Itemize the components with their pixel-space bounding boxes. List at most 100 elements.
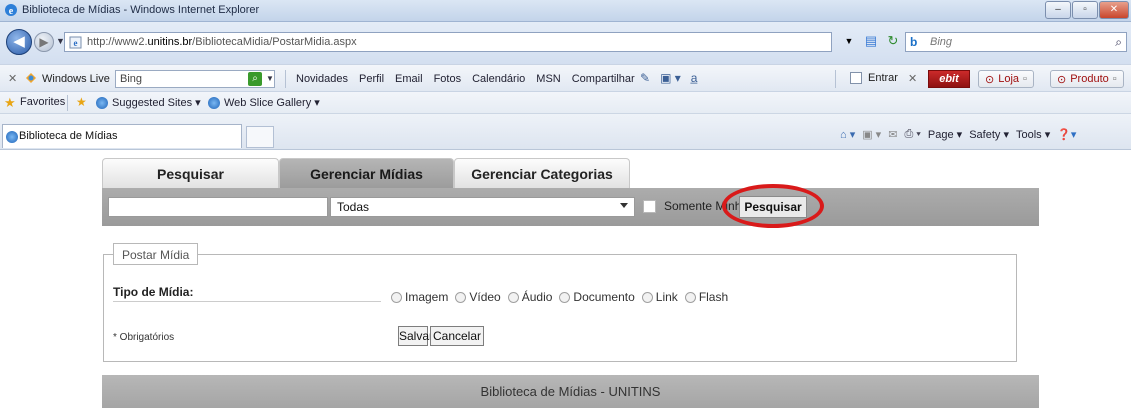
- web-slice-gallery[interactable]: Web Slice Gallery ▾: [208, 96, 320, 109]
- page-menu[interactable]: Page ▾: [928, 128, 962, 141]
- post-media-legend: Postar Mídia: [113, 243, 199, 265]
- radio-video[interactable]: Vídeo: [455, 290, 501, 304]
- close-toolbar-icon[interactable]: ✕: [8, 72, 17, 85]
- search-box[interactable]: b Bing ⌕: [905, 32, 1127, 52]
- loja-label: Loja: [998, 73, 1020, 85]
- media-type-label: Tipo de Mídia:: [113, 285, 194, 299]
- search-dropdown-icon[interactable]: ▼: [266, 74, 274, 83]
- live-link-compartilhar[interactable]: Compartilhar: [572, 73, 635, 85]
- address-bar[interactable]: e http://www2.unitins.br/BibliotecaMidia…: [64, 32, 832, 52]
- highlight-circle: [722, 184, 824, 228]
- produto-dropdown-icon: ▫: [1112, 73, 1117, 85]
- live-link-calendario[interactable]: Calendário: [472, 73, 525, 85]
- help-icon[interactable]: ❓▾: [1057, 128, 1076, 141]
- dropdown-arrow-icon[interactable]: ▼: [840, 32, 858, 50]
- window-title: Biblioteca de Mídias - Windows Internet …: [22, 4, 260, 16]
- favorites-star-icon[interactable]: ★: [4, 95, 16, 111]
- radio-circle-icon[interactable]: [559, 291, 571, 303]
- favorites-label[interactable]: Favorites: [20, 96, 65, 108]
- tab-gerenciar-categorias[interactable]: Gerenciar Categorias: [454, 158, 630, 188]
- window-titlebar: e Biblioteca de Mídias - Windows Interne…: [0, 0, 1131, 22]
- safety-menu[interactable]: Safety ▾: [969, 128, 1009, 141]
- media-type-options: Imagem Vídeo Áudio Documento Link Flash: [391, 290, 731, 304]
- suggested-sites-label: Suggested Sites ▾: [112, 97, 201, 109]
- radio-flash[interactable]: Flash: [684, 290, 729, 304]
- address-row: ◀ ▶ ▼ e http://www2.unitins.br/Bibliotec…: [0, 22, 1131, 64]
- windows-live-icon: [26, 73, 36, 83]
- category-select-value: Todas: [337, 200, 370, 214]
- add-favorite-icon[interactable]: ★: [76, 95, 87, 109]
- save-button[interactable]: Salvar: [398, 326, 433, 346]
- browser-tab[interactable]: Biblioteca de Mídias: [2, 124, 242, 148]
- media-type-underline: [113, 301, 381, 302]
- content-tabs: Pesquisar Gerenciar Mídias Gerenciar Cat…: [102, 158, 630, 188]
- radio-imagem[interactable]: Imagem: [391, 290, 448, 304]
- category-select[interactable]: Todas: [330, 197, 635, 217]
- mail-icon[interactable]: ✉: [888, 128, 897, 141]
- tools-menu[interactable]: Tools ▾: [1016, 128, 1050, 141]
- radio-circle-icon[interactable]: [684, 291, 696, 303]
- minimize-button[interactable]: –: [1045, 1, 1071, 19]
- svg-text:e: e: [74, 38, 78, 48]
- live-links: Novidades Perfil Email Fotos Calendário …: [296, 73, 635, 85]
- tab-ie-icon: [6, 131, 18, 143]
- live-link-email[interactable]: Email: [395, 73, 423, 85]
- compatibility-view-icon[interactable]: ▤: [862, 32, 880, 50]
- tab-gerenciar-midias[interactable]: Gerenciar Mídias: [279, 158, 454, 188]
- feeds-icon[interactable]: ▣ ▾: [862, 128, 881, 141]
- ie-logo-icon: e: [5, 4, 17, 17]
- only-mine-checkbox[interactable]: [643, 199, 656, 213]
- refresh-icon[interactable]: ↻: [884, 32, 902, 50]
- signin-area[interactable]: Entrar: [850, 72, 898, 84]
- page-content: Pesquisar Gerenciar Mídias Gerenciar Cat…: [0, 150, 1131, 408]
- edit-icon[interactable]: ✎: [640, 71, 650, 85]
- radio-label: Áudio: [521, 290, 553, 304]
- web-slice-label: Web Slice Gallery ▾: [224, 97, 320, 109]
- radio-audio[interactable]: Áudio: [507, 290, 553, 304]
- tab-pesquisar[interactable]: Pesquisar: [102, 158, 279, 188]
- ebit-button[interactable]: ebit: [928, 70, 970, 88]
- radio-label: Documento: [573, 290, 635, 304]
- page-footer: Biblioteca de Mídias - UNITINS: [102, 375, 1039, 408]
- live-link-perfil[interactable]: Perfil: [359, 73, 384, 85]
- signin-checkbox-icon[interactable]: [850, 72, 862, 84]
- browser-tab-title: Biblioteca de Mídias: [19, 130, 118, 142]
- search-input[interactable]: [108, 197, 328, 217]
- loja-icon: ⊙: [985, 73, 995, 86]
- radio-circle-icon[interactable]: [455, 291, 467, 303]
- bing-icon: b: [910, 35, 918, 49]
- search-icon[interactable]: ⌕: [1115, 35, 1122, 50]
- close-window-button[interactable]: ✕: [1099, 1, 1129, 19]
- windows-live-label[interactable]: Windows Live: [42, 73, 110, 85]
- maximize-button[interactable]: ▫: [1072, 1, 1098, 19]
- signin-label[interactable]: Entrar: [868, 72, 898, 84]
- live-link-msn[interactable]: MSN: [536, 73, 560, 85]
- radio-documento[interactable]: Documento: [559, 290, 635, 304]
- radio-label: Imagem: [405, 290, 449, 304]
- messenger-icon[interactable]: ▣ ▾: [660, 71, 681, 85]
- loja-button[interactable]: ⊙ Loja ▫: [978, 70, 1034, 88]
- radio-link[interactable]: Link: [641, 290, 678, 304]
- live-search-button[interactable]: ⌕: [248, 72, 262, 86]
- live-link-novidades[interactable]: Novidades: [296, 73, 348, 85]
- home-icon[interactable]: ⌂ ▾: [840, 128, 855, 141]
- print-icon[interactable]: ⎙ ▾: [904, 128, 920, 141]
- back-button[interactable]: ◀: [6, 29, 32, 55]
- suggested-sites[interactable]: Suggested Sites ▾: [96, 96, 201, 109]
- translate-icon[interactable]: a̲: [691, 71, 698, 85]
- new-tab-button[interactable]: [246, 126, 274, 148]
- live-link-fotos[interactable]: Fotos: [434, 73, 462, 85]
- radio-label: Flash: [698, 290, 729, 304]
- toolbar-separator-2: [835, 70, 836, 88]
- radio-circle-icon[interactable]: [391, 291, 402, 303]
- radio-circle-icon[interactable]: [641, 291, 653, 303]
- cancel-button[interactable]: Cancelar: [430, 326, 484, 346]
- page-ie-icon: e: [69, 36, 82, 49]
- forward-button[interactable]: ▶: [34, 32, 54, 52]
- close-addon-icon[interactable]: ✕: [908, 72, 917, 85]
- produto-button[interactable]: ⊙ Produto ▫: [1050, 70, 1124, 88]
- radio-circle-icon[interactable]: [507, 291, 519, 303]
- favorites-bar: ★ Favorites ★ Suggested Sites ▾ Web Slic…: [0, 92, 1131, 114]
- favorites-separator: [67, 95, 68, 111]
- address-url: http://www2.unitins.br/BibliotecaMidia/P…: [87, 36, 357, 48]
